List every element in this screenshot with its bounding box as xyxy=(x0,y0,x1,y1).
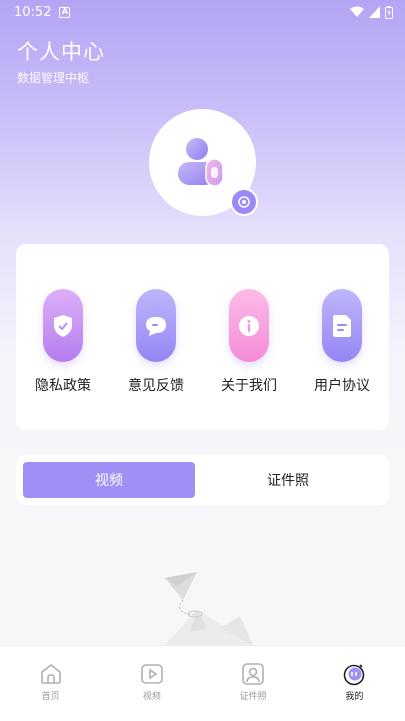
menu-label: 关于我们 xyxy=(221,378,277,394)
page-title: 个人中心 xyxy=(17,40,105,64)
home-icon xyxy=(40,663,61,684)
id-photo-icon xyxy=(242,663,264,685)
menu-item-feedback[interactable]: 意见反馈 xyxy=(116,244,196,430)
nav-label: 首页 xyxy=(41,692,60,702)
notification-a-icon: A xyxy=(59,6,71,18)
battery-icon xyxy=(385,5,393,19)
chat-bubble-icon xyxy=(146,316,166,336)
paper-plane-empty-illustration xyxy=(165,572,253,645)
page-subtitle: 数据管理中枢 xyxy=(17,71,90,85)
shield-check-icon xyxy=(54,314,72,337)
menu-label: 用户协议 xyxy=(314,378,370,394)
status-bar: 10:52 A xyxy=(0,0,405,24)
nav-item-mine[interactable]: 我的 xyxy=(304,646,405,721)
menu-label: 隐私政策 xyxy=(35,378,91,394)
camera-icon xyxy=(238,196,250,208)
menu-item-agreement[interactable]: 用户协议 xyxy=(302,244,382,430)
avatar-container[interactable] xyxy=(149,109,258,216)
video-play-icon xyxy=(141,664,163,684)
menu-pill xyxy=(229,289,269,362)
signal-icon xyxy=(369,6,380,18)
nav-item-video[interactable]: 视频 xyxy=(101,646,202,721)
info-icon xyxy=(239,315,259,336)
menu-item-privacy[interactable]: 隐私政策 xyxy=(23,244,103,430)
profile-face-icon xyxy=(344,664,365,686)
menu-pill xyxy=(136,289,176,362)
tab-id-photo[interactable]: 证件照 xyxy=(202,462,374,498)
tabs-card: 视频 证件照 xyxy=(16,455,389,505)
wifi-icon xyxy=(350,6,364,17)
menu-pill xyxy=(322,289,362,362)
bottom-nav: 首页 视频 证件照 我的 xyxy=(0,645,405,721)
page-header: 个人中心 数据管理中枢 xyxy=(17,36,105,86)
menu-pill xyxy=(43,289,83,362)
status-time: 10:52 xyxy=(14,4,52,20)
nav-item-home[interactable]: 首页 xyxy=(0,646,101,721)
menu-item-about[interactable]: 关于我们 xyxy=(209,244,289,430)
tab-video[interactable]: 视频 xyxy=(23,462,195,498)
menu-card: 隐私政策 意见反馈 关于我们 用户协议 xyxy=(16,244,389,430)
nav-item-id-photo[interactable]: 证件照 xyxy=(203,646,304,721)
user-profile-icon xyxy=(177,137,224,187)
document-icon xyxy=(333,314,351,337)
menu-label: 意见反馈 xyxy=(128,378,184,394)
avatar-edit-button[interactable] xyxy=(230,188,258,216)
nav-label: 我的 xyxy=(345,692,364,702)
nav-label: 证件照 xyxy=(239,692,267,702)
nav-label: 视频 xyxy=(142,692,161,702)
